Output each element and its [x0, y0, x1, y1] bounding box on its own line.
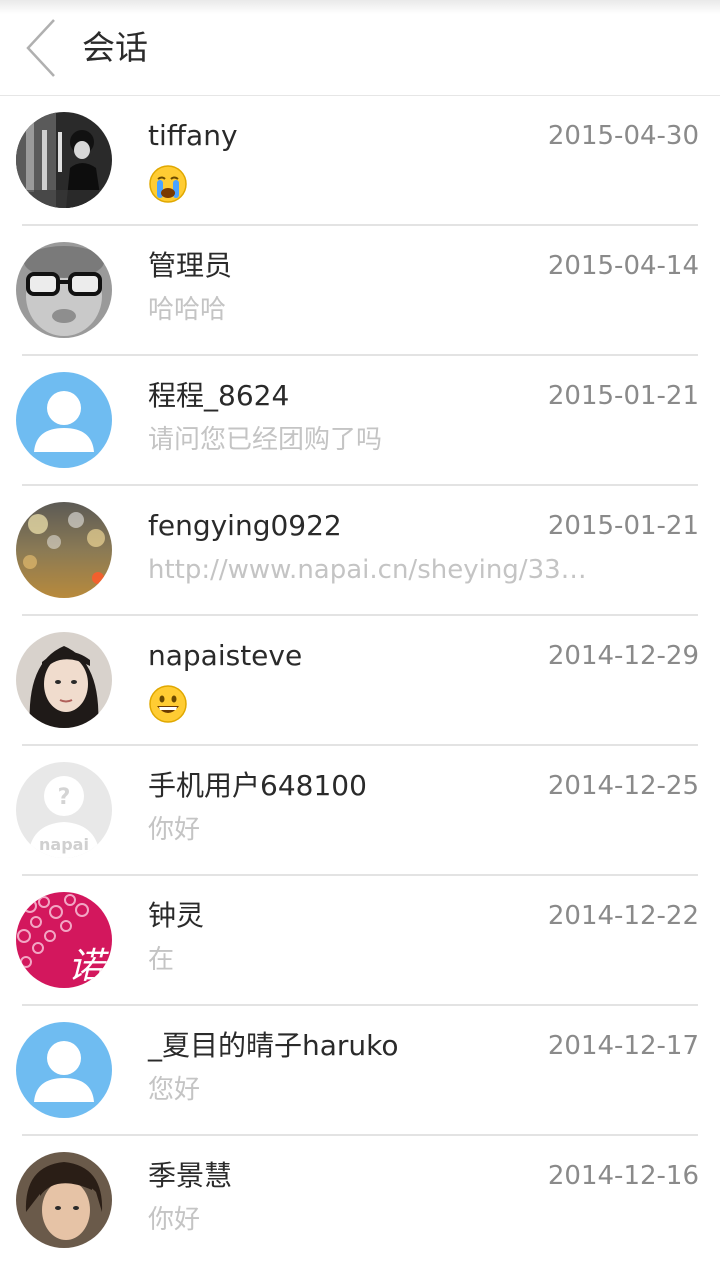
conversation-preview: 请问您已经团购了吗 — [148, 425, 383, 455]
conversation-name: 程程_8624 — [148, 379, 290, 412]
default-person-icon — [16, 1022, 112, 1118]
conversation-list: tiffany 2015-04-30 管理员 2015-04-14 哈哈哈 程程… — [0, 96, 720, 1266]
avatar[interactable] — [16, 502, 112, 598]
conversation-item[interactable]: 季景慧 2014-12-16 你好 — [0, 1136, 720, 1266]
conversation-date: 2015-01-21 — [547, 381, 699, 411]
conversation-date: 2014-12-25 — [547, 771, 699, 801]
conversation-name: napaisteve — [148, 639, 303, 672]
avatar[interactable]: 诺 — [16, 892, 112, 988]
back-button[interactable] — [14, 16, 66, 80]
avatar[interactable] — [16, 1152, 112, 1248]
conversation-name: fengying0922 — [148, 509, 342, 542]
conversation-item[interactable]: fengying0922 2015-01-21 http://www.napai… — [0, 486, 720, 616]
conversation-date: 2014-12-17 — [547, 1031, 699, 1061]
avatar[interactable] — [16, 1022, 112, 1118]
conversation-date: 2014-12-22 — [547, 901, 699, 931]
napai-logo-text: napai — [39, 835, 89, 854]
default-person-icon — [16, 372, 112, 468]
svg-text:?: ? — [58, 785, 71, 810]
conversation-name: _夏目的晴子haruko — [148, 1029, 399, 1062]
avatar[interactable]: ? napai — [16, 762, 112, 858]
conversation-preview: 你好 — [148, 815, 201, 845]
conversation-item[interactable]: 诺 钟灵 2014-12-22 在 — [0, 876, 720, 1006]
conversation-date: 2015-04-14 — [547, 251, 699, 281]
conversation-date: 2014-12-29 — [547, 641, 699, 671]
conversation-name: 钟灵 — [148, 899, 205, 932]
crying-face-emoji-icon — [148, 164, 188, 204]
avatar[interactable] — [16, 632, 112, 728]
conversation-name: 管理员 — [148, 249, 233, 282]
conversation-item[interactable]: napaisteve 2014-12-29 — [0, 616, 720, 746]
chevron-left-icon — [26, 19, 55, 77]
avatar[interactable] — [16, 372, 112, 468]
conversation-item[interactable]: 管理员 2015-04-14 哈哈哈 — [0, 226, 720, 356]
conversation-date: 2015-04-30 — [547, 121, 699, 151]
conversation-item[interactable]: tiffany 2015-04-30 — [0, 96, 720, 226]
conversation-name: 手机用户648100 — [148, 769, 367, 802]
conversation-date: 2014-12-16 — [547, 1161, 699, 1191]
avatar[interactable] — [16, 112, 112, 208]
avatar-character: 诺 — [68, 946, 109, 987]
conversation-preview: 哈哈哈 — [148, 295, 227, 325]
conversation-preview: 在 — [148, 945, 175, 975]
conversation-name: 季景慧 — [148, 1159, 233, 1192]
header-bar: 会话 — [0, 0, 720, 96]
avatar[interactable] — [16, 242, 112, 338]
conversation-preview: 您好 — [148, 1075, 201, 1105]
grinning-face-emoji-icon — [148, 684, 188, 724]
conversation-name: tiffany — [148, 119, 238, 152]
conversation-preview: http://www.napai.cn/sheying/3374… — [148, 555, 588, 585]
conversation-preview: 你好 — [148, 1205, 201, 1235]
page-title: 会话 — [82, 28, 148, 67]
conversation-item[interactable]: _夏目的晴子haruko 2014-12-17 您好 — [0, 1006, 720, 1136]
conversation-item[interactable]: ? napai 手机用户648100 2014-12-25 你好 — [0, 746, 720, 876]
conversation-item[interactable]: 程程_8624 2015-01-21 请问您已经团购了吗 — [0, 356, 720, 486]
conversation-date: 2015-01-21 — [547, 511, 699, 541]
